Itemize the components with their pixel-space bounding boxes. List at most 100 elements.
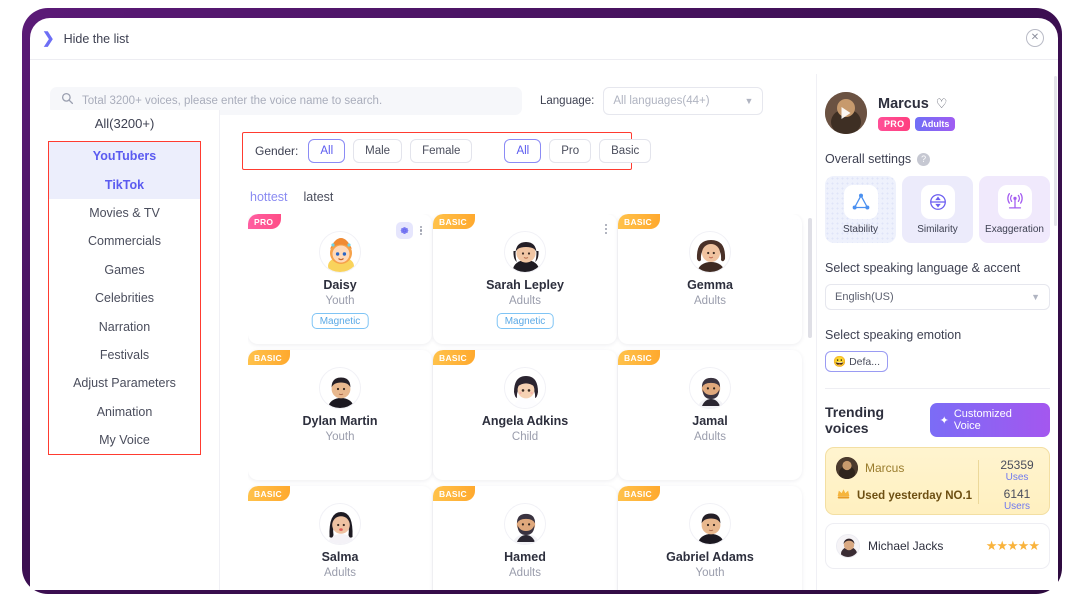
gender-filter-female[interactable]: Female [410,139,473,163]
avatar [504,367,546,409]
voice-age-group: Youth [325,295,355,307]
setting-card-stability[interactable]: Stability [825,176,896,243]
setting-card-exaggeration[interactable]: Exaggeration [979,176,1050,243]
voice-name: Dylan Martin [302,414,378,428]
voice-card[interactable]: PRO Daisy Youth Magnetic [248,214,432,344]
magic-wand-icon: ✦ [939,414,949,427]
close-icon[interactable]: ✕ [1026,29,1044,47]
trending-item-michael-jacks[interactable]: Michael Jacks ★★★★★ [825,523,1050,569]
customized-voice-button[interactable]: ✦ Customized Voice [929,403,1050,437]
voice-card[interactable]: BASIC Gabriel Adams Youth [618,486,802,590]
voice-name: Gabriel Adams [666,550,754,564]
users-value: 6141 [1003,487,1031,501]
question-mark-icon[interactable]: ? [917,152,931,166]
avatar [319,231,361,273]
voice-card[interactable]: BASIC Hamed Adults [433,486,617,590]
app-frame: ❯ Hide the list ✕ Language: All language… [0,0,1080,600]
sidebar-item-label: Commercials [88,234,161,249]
avatar[interactable] [825,92,867,134]
overall-settings-title: Overall settings ? [825,152,1050,166]
sidebar-item-games[interactable]: Games [49,256,200,284]
hide-the-list-button[interactable]: ❯ Hide the list [42,31,129,46]
more-options-icon[interactable] [603,222,609,236]
plan-pill-group: All Pro Basic [504,139,652,163]
voice-detail-panel: Marcus ♡ PRO Adults Overall settings ? S… [816,74,1058,590]
sidebar-item-commercials[interactable]: Commercials [49,227,200,255]
more-options-icon[interactable] [418,224,424,238]
sidebar-item-youtubers[interactable]: YouTubers [49,142,200,171]
gender-label: Gender: [255,144,299,158]
chevron-down-icon: ▼ [1031,292,1040,302]
language-select[interactable]: All languages(44+) ▼ [603,87,764,115]
plan-badge: BASIC [618,214,660,229]
voice-card[interactable]: BASIC Angela Adkins Child [433,350,617,480]
sidebar-item-label: Movies & TV [89,205,160,220]
sidebar-item-label: YouTubers [92,149,157,164]
avatar [689,503,731,545]
sidebar-item-celebrities[interactable]: Celebrities [49,284,200,312]
heart-icon[interactable]: ♡ [936,96,948,112]
voice-tag-adults: Adults [915,116,956,131]
sidebar-item-movies-tv[interactable]: Movies & TV [49,199,200,227]
selected-voice-tags: PRO Adults [878,116,956,131]
sidebar-item-all[interactable]: All(3200+) [30,110,219,141]
gender-filter-male[interactable]: Male [353,139,403,163]
plan-badge: BASIC [433,350,475,365]
sidebar-item-narration[interactable]: Narration [49,312,200,340]
language-filter: Language: All languages(44+) ▼ [540,87,764,115]
window-topbar: ❯ Hide the list ✕ [30,18,1058,60]
voice-age-group: Youth [325,431,355,443]
language-selected-value: All languages(44+) [613,95,710,107]
voice-card[interactable]: BASIC Jamal Adults [618,350,802,480]
sidebar-item-festivals[interactable]: Festivals [49,341,200,369]
plan-badge: BASIC [433,486,475,501]
trending-title: Trending voices [825,404,885,436]
plan-badge: BASIC [433,214,475,229]
trending-item-marcus[interactable]: Marcus Used yesterday NO.1 25359 Uses 61… [825,447,1050,515]
panel-scrollbar[interactable] [1054,76,1057,226]
sidebar-item-label: Adjust Parameters [73,376,176,391]
sort-tab-latest[interactable]: latest [304,190,334,204]
overall-settings-label: Overall settings [825,152,912,166]
avatar [836,456,858,479]
avatar [689,367,731,409]
voice-style-tag: Magnetic [496,313,554,329]
emotion-pill-default[interactable]: 😀 Defa... [825,351,889,372]
voice-age-group: Youth [695,567,725,579]
chevron-down-icon: ▼ [744,96,754,106]
selected-voice-name: Marcus [878,95,929,112]
gear-icon[interactable] [395,222,413,239]
voice-age-group: Adults [509,295,541,307]
voice-card[interactable]: BASIC Dylan Martin Youth [248,350,432,480]
sidebar-item-my-voice[interactable]: My Voice [49,426,200,454]
emotion-label: Defa... [849,355,881,368]
voice-card[interactable]: BASIC Gemma Adults [618,214,802,344]
voice-card[interactable]: BASIC Sarah Lepley Adults Magnetic [433,214,617,344]
voice-name: Jamal [692,414,728,428]
trending-voice-name: Michael Jacks [868,539,944,553]
voice-age-group: Adults [694,431,726,443]
sidebar-item-animation[interactable]: Animation [49,398,200,426]
sort-tab-hottest[interactable]: hottest [250,190,288,204]
settings-cards: Stability Similarity Exaggeration [825,176,1050,243]
avatar [319,503,361,545]
speaking-language-select[interactable]: English(US) ▼ [825,284,1050,310]
plan-filter-all[interactable]: All [504,139,542,163]
section-divider [825,388,1050,389]
sidebar-item-adjust-parameters[interactable]: Adjust Parameters [49,369,200,397]
grid-scrollbar[interactable] [808,218,812,338]
plan-filter-basic[interactable]: Basic [599,139,652,163]
sidebar-item-tiktok[interactable]: TikTok [49,170,200,199]
search-input[interactable] [82,95,511,107]
triangle-nodes-icon [843,184,878,219]
play-icon [841,107,851,119]
plan-filter-pro[interactable]: Pro [549,139,592,163]
gender-pill-group: All Male Female [308,139,473,163]
voice-name: Gemma [687,278,733,292]
voice-style-tag: Magnetic [311,313,369,329]
avatar [689,231,731,273]
sidebar-category-list: YouTubers TikTok Movies & TV Commercials Gam… [48,141,201,456]
voice-card[interactable]: BASIC Salma Adults [248,486,432,590]
gender-filter-all[interactable]: All [308,139,346,163]
setting-card-similarity[interactable]: Similarity [902,176,973,243]
